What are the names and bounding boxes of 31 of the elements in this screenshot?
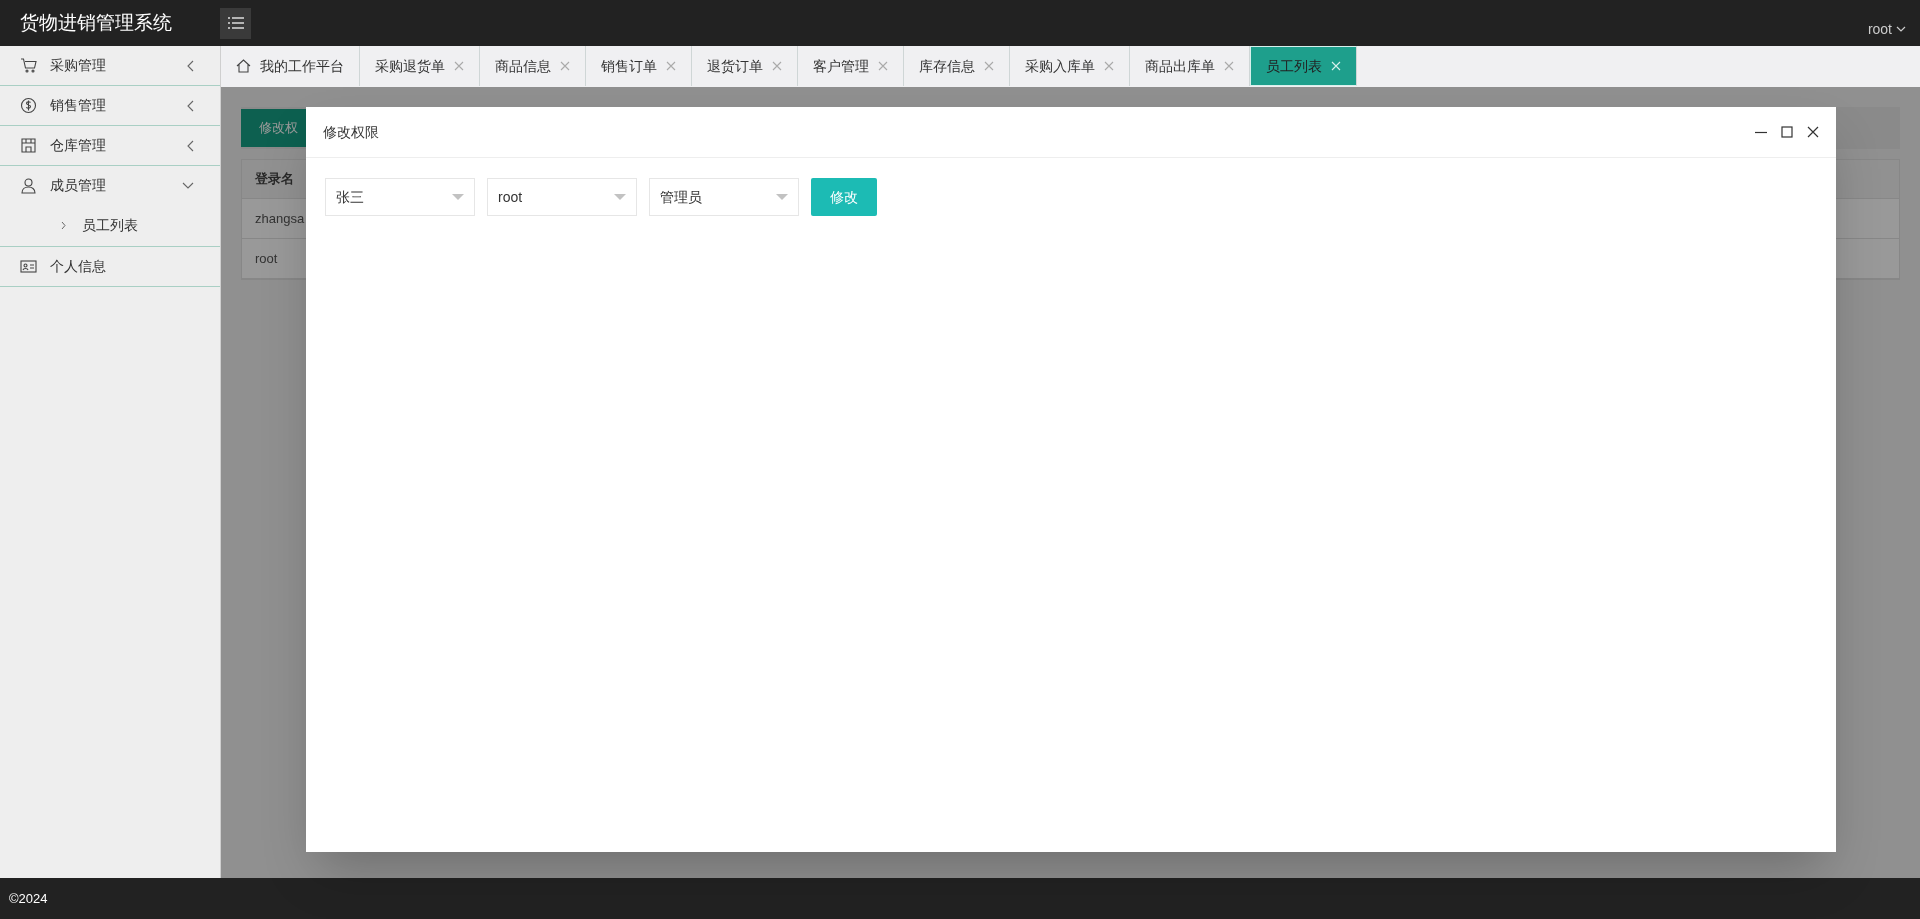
sidebar-item[interactable]: 采购管理 — [0, 46, 220, 85]
dropdown-triangle-icon — [452, 194, 464, 200]
tab[interactable]: 员工列表 — [1250, 46, 1357, 86]
id-card-icon — [20, 258, 37, 275]
copyright-text: ©2024 — [9, 889, 48, 908]
app-title: 货物进销管理系统 — [20, 10, 173, 35]
menu-button[interactable] — [220, 7, 251, 39]
sidebar-item[interactable]: 仓库管理 — [0, 126, 220, 165]
chevron-down-icon — [1896, 26, 1906, 32]
select-field[interactable]: 管理员 — [649, 178, 799, 216]
dropdown-triangle-icon — [776, 194, 788, 200]
user-icon — [20, 177, 37, 194]
cart-icon — [20, 57, 37, 74]
column-header: 登录名 — [254, 170, 294, 189]
sidebar-subitem[interactable]: 员工列表 — [0, 205, 220, 246]
dropdown-triangle-icon — [614, 194, 626, 200]
store-icon — [20, 137, 37, 154]
home-icon — [236, 59, 251, 73]
select-field[interactable]: root — [487, 178, 637, 216]
sidebar-item[interactable]: 销售管理 — [0, 86, 220, 125]
chevron-right-icon — [61, 221, 66, 230]
maximize-icon[interactable] — [1781, 126, 1793, 138]
table-cell-text: zhangsa — [254, 209, 305, 228]
sidebar-item[interactable]: 成员管理 — [0, 166, 220, 205]
dollar-icon — [20, 97, 37, 114]
menu-icon — [227, 17, 244, 29]
sidebar-item[interactable]: 个人信息 — [0, 247, 220, 286]
user-menu[interactable]: root — [1867, 18, 1906, 40]
close-icon[interactable] — [1807, 126, 1819, 138]
table-cell-text: root — [254, 249, 278, 268]
select-field[interactable]: 张三 — [325, 178, 475, 216]
